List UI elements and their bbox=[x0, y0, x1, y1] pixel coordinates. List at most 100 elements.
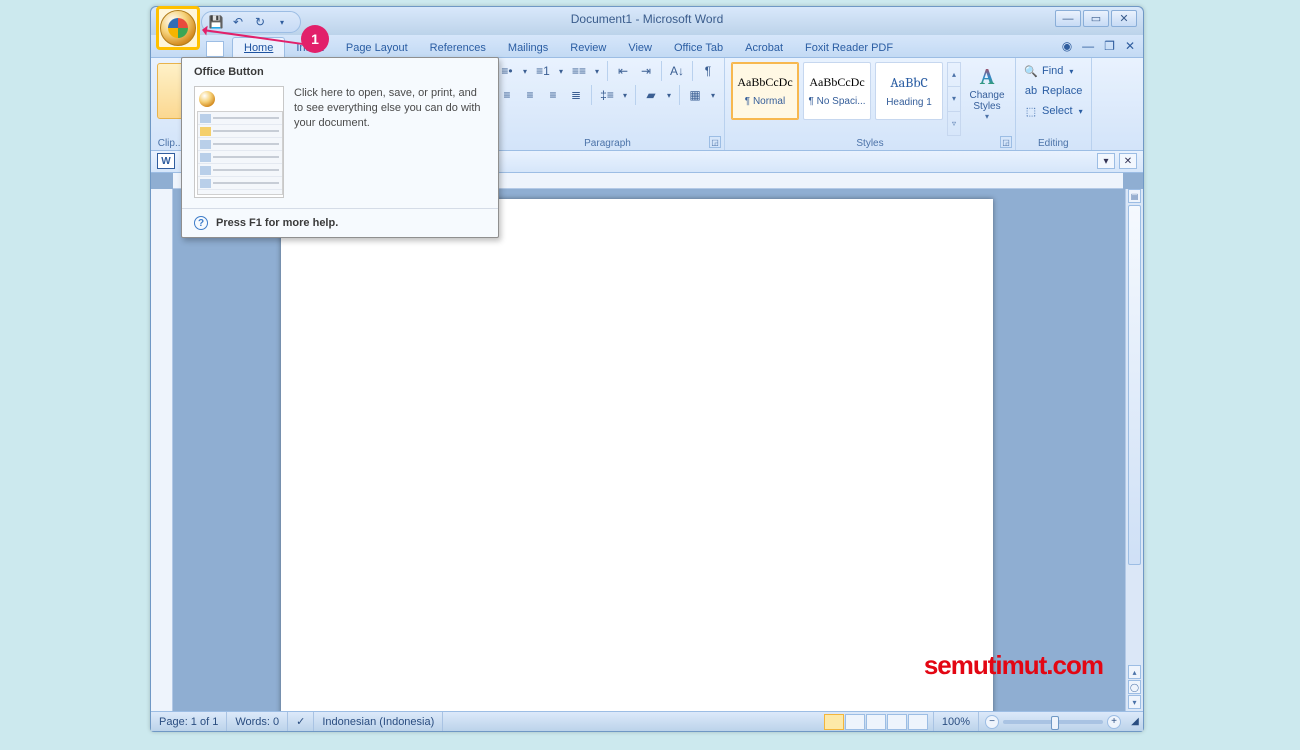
view-outline[interactable] bbox=[887, 714, 907, 730]
tab-references[interactable]: References bbox=[419, 38, 497, 57]
style-heading1[interactable]: AaBbC Heading 1 bbox=[875, 62, 943, 120]
tooltip-title: Office Button bbox=[182, 58, 498, 80]
browse-object-icon[interactable]: ◯ bbox=[1128, 680, 1141, 694]
align-center-icon[interactable]: ≡ bbox=[520, 85, 540, 105]
style-normal[interactable]: AaBbCcDc ¶ Normal bbox=[731, 62, 799, 120]
status-proofing[interactable]: ✓ bbox=[288, 712, 314, 731]
replace-button[interactable]: abReplace bbox=[1022, 81, 1085, 101]
decrease-indent-icon[interactable]: ⇤ bbox=[613, 61, 633, 81]
close-button[interactable]: ✕ bbox=[1111, 10, 1137, 27]
sort-icon[interactable]: A↓ bbox=[667, 61, 687, 81]
borders-dropdown[interactable]: ▾ bbox=[708, 85, 718, 105]
styles-launcher[interactable]: ◲ bbox=[1000, 136, 1012, 148]
mdi-restore-button[interactable]: ❐ bbox=[1104, 39, 1115, 53]
zoom-track[interactable] bbox=[1003, 720, 1103, 724]
mdi-minimize-button[interactable]: — bbox=[1082, 39, 1094, 53]
scroll-up-icon[interactable]: ▴ bbox=[1128, 665, 1141, 679]
status-bar: Page: 1 of 1 Words: 0 ✓ Indonesian (Indo… bbox=[151, 711, 1143, 731]
ruler-toggle-icon[interactable]: ▤ bbox=[1128, 189, 1141, 203]
tabstrip-dropdown[interactable]: ▾ bbox=[1097, 153, 1115, 169]
zoom-out-button[interactable]: − bbox=[985, 715, 999, 729]
find-icon: 🔍 bbox=[1024, 65, 1038, 78]
bullets-icon[interactable]: ≡• bbox=[497, 61, 517, 81]
zoom-in-button[interactable]: + bbox=[1107, 715, 1121, 729]
tooltip-footer: Press F1 for more help. bbox=[216, 217, 338, 229]
resize-grip[interactable]: ◢ bbox=[1127, 716, 1143, 727]
group-styles: AaBbCcDc ¶ Normal AaBbCcDc ¶ No Spaci...… bbox=[725, 58, 1016, 150]
borders-icon[interactable]: ▦ bbox=[685, 85, 705, 105]
redo-icon[interactable]: ↻ bbox=[252, 14, 268, 30]
multilevel-list-icon[interactable]: ≡≡ bbox=[569, 61, 589, 81]
tab-foxit[interactable]: Foxit Reader PDF bbox=[794, 38, 904, 57]
status-language[interactable]: Indonesian (Indonesia) bbox=[314, 712, 443, 731]
replace-icon: ab bbox=[1024, 85, 1038, 97]
quick-access-toolbar: 💾 ↶ ↻ ▾ bbox=[201, 11, 301, 33]
styles-expand[interactable]: ▿ bbox=[947, 111, 961, 136]
shading-icon[interactable]: ▰ bbox=[641, 85, 661, 105]
style-no-spacing[interactable]: AaBbCcDc ¶ No Spaci... bbox=[803, 62, 871, 120]
zoom-level[interactable]: 100% bbox=[933, 712, 979, 731]
show-marks-icon[interactable]: ¶ bbox=[698, 61, 718, 81]
qat-customize-icon[interactable]: ▾ bbox=[274, 14, 290, 30]
mdi-close-button[interactable]: ✕ bbox=[1125, 39, 1135, 53]
window-controls: — ▭ ✕ bbox=[1055, 10, 1137, 27]
office-button-tooltip: Office Button Click here to open, save, … bbox=[181, 57, 499, 238]
page[interactable] bbox=[281, 199, 993, 711]
find-button[interactable]: 🔍Find▾ bbox=[1022, 61, 1085, 81]
document-area: ▤ ▴ ◯ ▾ semutimut.com bbox=[151, 173, 1143, 711]
scroll-down-icon[interactable]: ▾ bbox=[1128, 695, 1141, 709]
minimize-button[interactable]: — bbox=[1055, 10, 1081, 27]
status-page[interactable]: Page: 1 of 1 bbox=[151, 712, 227, 731]
line-spacing-icon[interactable]: ‡≡ bbox=[597, 85, 617, 105]
view-print-layout[interactable] bbox=[824, 714, 844, 730]
select-icon: ⬚ bbox=[1024, 105, 1038, 118]
align-right-icon[interactable]: ≡ bbox=[543, 85, 563, 105]
bullets-dropdown[interactable]: ▾ bbox=[520, 61, 530, 81]
tooltip-body: Click here to open, save, or print, and … bbox=[294, 86, 486, 198]
tab-mailings[interactable]: Mailings bbox=[497, 38, 559, 57]
group-paragraph: ≡• ▾ ≡1 ▾ ≡≡ ▾ ⇤ ⇥ A↓ ¶ ≡ ≡ ≡ ≣ ‡≡ bbox=[491, 58, 725, 150]
tabstrip-close[interactable]: ✕ bbox=[1119, 153, 1137, 169]
numbering-icon[interactable]: ≡1 bbox=[533, 61, 553, 81]
tab-acrobat[interactable]: Acrobat bbox=[734, 38, 794, 57]
word-icon: W bbox=[157, 153, 175, 169]
undo-icon[interactable]: ↶ bbox=[230, 14, 246, 30]
maximize-button[interactable]: ▭ bbox=[1083, 10, 1109, 27]
view-draft[interactable] bbox=[908, 714, 928, 730]
group-label-editing: Editing bbox=[1016, 138, 1091, 149]
help-icon-small: ? bbox=[194, 216, 208, 230]
justify-icon[interactable]: ≣ bbox=[566, 85, 586, 105]
shading-dropdown[interactable]: ▾ bbox=[664, 85, 674, 105]
paragraph-launcher[interactable]: ◲ bbox=[709, 136, 721, 148]
styles-gallery-scroll: ▴ ▾ ▿ bbox=[947, 62, 961, 136]
tab-view[interactable]: View bbox=[617, 38, 663, 57]
change-styles-icon: A bbox=[965, 64, 1009, 90]
styles-scroll-down[interactable]: ▾ bbox=[947, 86, 961, 110]
numbering-dropdown[interactable]: ▾ bbox=[556, 61, 566, 81]
group-label-paragraph: Paragraph bbox=[491, 138, 724, 149]
save-icon[interactable]: 💾 bbox=[208, 14, 224, 30]
tab-office-tab[interactable]: Office Tab bbox=[663, 38, 734, 57]
select-button[interactable]: ⬚Select▾ bbox=[1022, 101, 1085, 121]
zoom-slider: − + bbox=[979, 715, 1127, 729]
help-icon[interactable]: ◉ bbox=[1062, 39, 1072, 53]
multilevel-dropdown[interactable]: ▾ bbox=[592, 61, 602, 81]
styles-scroll-up[interactable]: ▴ bbox=[947, 62, 961, 86]
vertical-scrollbar: ▤ ▴ ◯ ▾ bbox=[1125, 189, 1143, 711]
proofing-icon: ✓ bbox=[296, 715, 305, 728]
office-button[interactable] bbox=[160, 10, 196, 46]
scroll-thumb[interactable] bbox=[1128, 205, 1141, 565]
align-left-icon[interactable]: ≡ bbox=[497, 85, 517, 105]
view-web-layout[interactable] bbox=[866, 714, 886, 730]
office-button-highlight bbox=[156, 6, 200, 50]
group-editing: 🔍Find▾ abReplace ⬚Select▾ Editing bbox=[1016, 58, 1092, 150]
line-spacing-dropdown[interactable]: ▾ bbox=[620, 85, 630, 105]
word-window: Document1 - Microsoft Word — ▭ ✕ 1 💾 ↶ ↻… bbox=[150, 6, 1144, 732]
increase-indent-icon[interactable]: ⇥ bbox=[636, 61, 656, 81]
status-words[interactable]: Words: 0 bbox=[227, 712, 288, 731]
tab-page-layout[interactable]: Page Layout bbox=[335, 38, 419, 57]
vertical-ruler[interactable] bbox=[151, 189, 173, 711]
tab-review[interactable]: Review bbox=[559, 38, 617, 57]
view-full-screen[interactable] bbox=[845, 714, 865, 730]
change-styles-button[interactable]: A Change Styles ▾ bbox=[965, 62, 1009, 136]
